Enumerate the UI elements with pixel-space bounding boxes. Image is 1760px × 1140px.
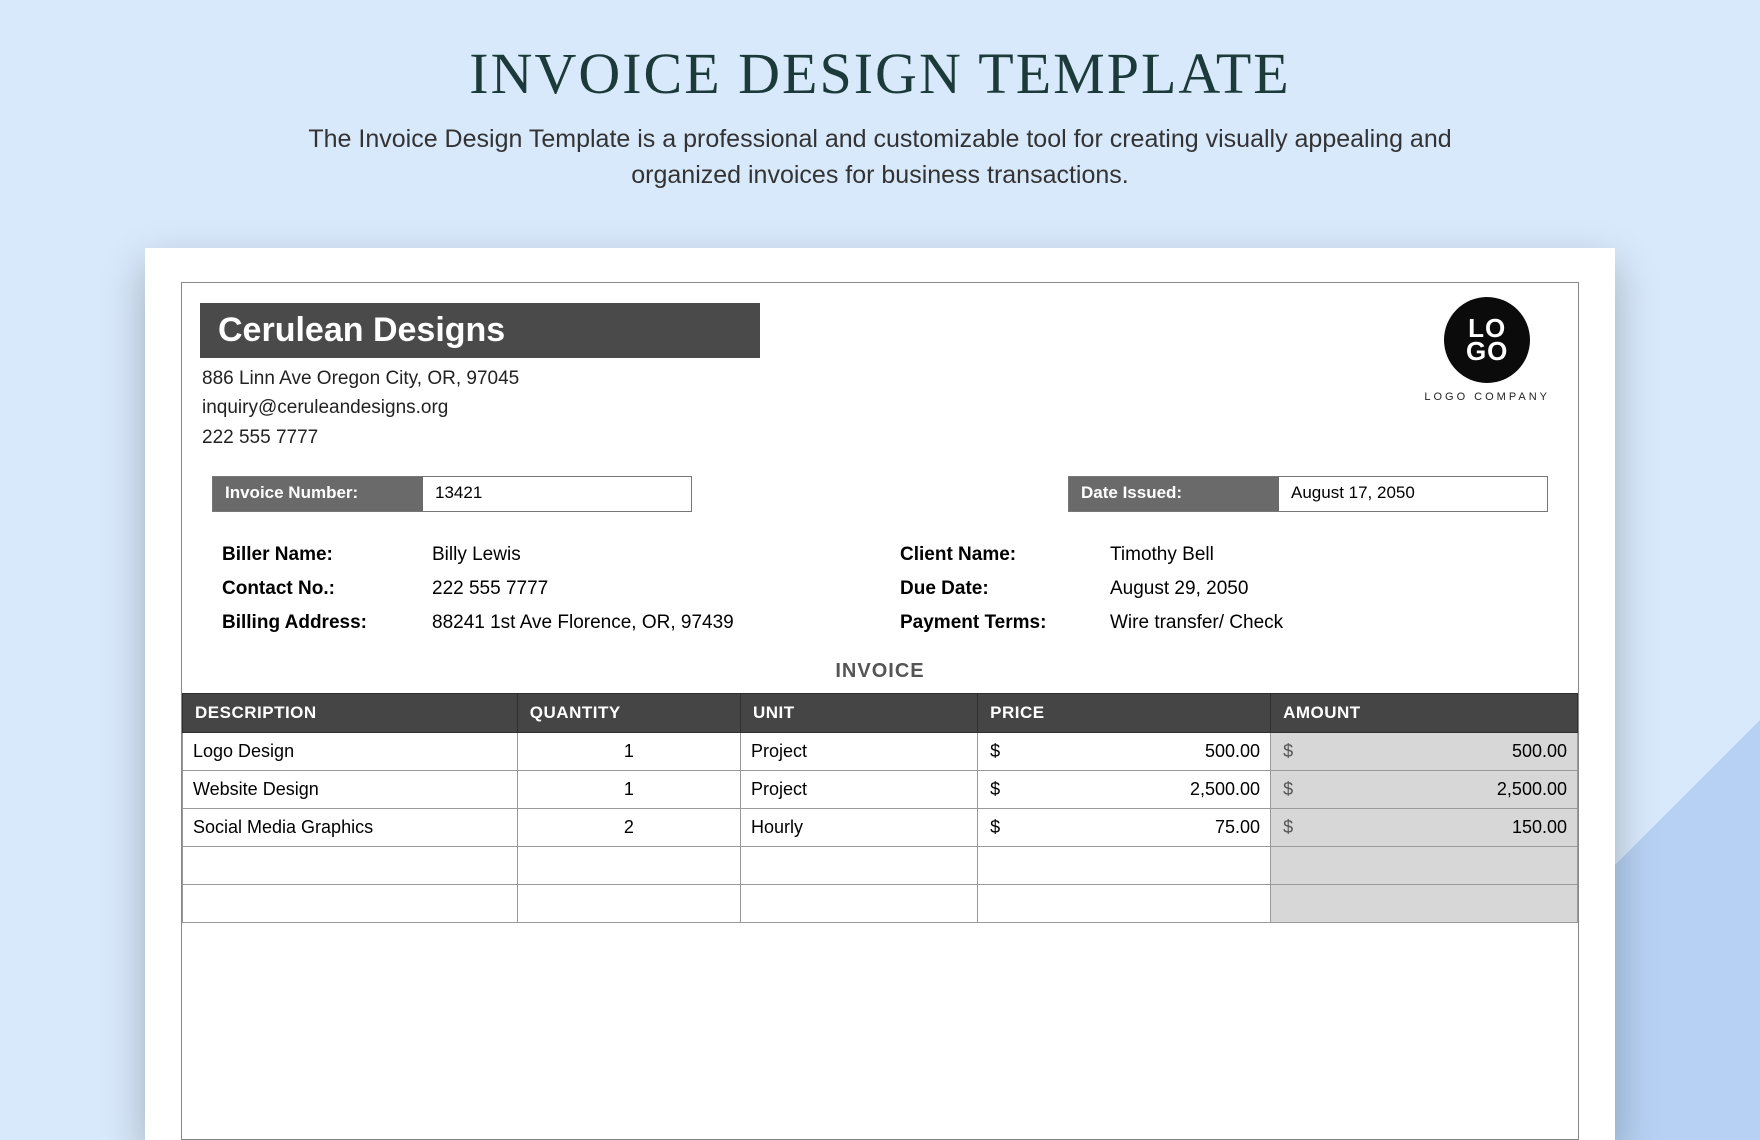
client-column: Client Name:Timothy Bell Due Date:August…	[900, 538, 1538, 640]
cell-description	[183, 885, 518, 923]
company-address: 886 Linn Ave Oregon City, OR, 97045	[202, 364, 1578, 393]
biller-contact-label: Contact No.:	[222, 578, 432, 600]
cell-price: $2,500.00	[978, 771, 1271, 809]
cell-price: $500.00	[978, 733, 1271, 771]
document-sheet: LO GO LOGO COMPANY Cerulean Designs 886 …	[145, 248, 1615, 1140]
cell-quantity	[517, 885, 740, 923]
cell-quantity	[517, 847, 740, 885]
client-name-value: Timothy Bell	[1110, 544, 1538, 566]
cell-price: $75.00	[978, 809, 1271, 847]
due-date-label: Due Date:	[900, 578, 1110, 600]
document-frame: LO GO LOGO COMPANY Cerulean Designs 886 …	[181, 282, 1579, 1140]
invoice-section-title: INVOICE	[182, 660, 1578, 683]
payment-terms-value: Wire transfer/ Check	[1110, 612, 1538, 634]
biller-column: Biller Name:Billy Lewis Contact No.:222 …	[222, 538, 860, 640]
cell-unit: Hourly	[740, 809, 977, 847]
table-row: Social Media Graphics2Hourly$75.00$150.0…	[183, 809, 1578, 847]
table-header-row: DESCRIPTION QUANTITY UNIT PRICE AMOUNT	[183, 694, 1578, 733]
col-description: DESCRIPTION	[183, 694, 518, 733]
due-date-value: August 29, 2050	[1110, 578, 1538, 600]
invoice-number-label: Invoice Number:	[213, 477, 423, 511]
info-columns: Biller Name:Billy Lewis Contact No.:222 …	[182, 512, 1578, 640]
cell-price	[978, 847, 1271, 885]
client-name-label: Client Name:	[900, 544, 1110, 566]
page-subtitle: The Invoice Design Template is a profess…	[280, 121, 1480, 194]
cell-price	[978, 885, 1271, 923]
date-issued-value: August 17, 2050	[1279, 477, 1534, 511]
biller-name-label: Biller Name:	[222, 544, 432, 566]
cell-description	[183, 847, 518, 885]
cell-unit	[740, 847, 977, 885]
biller-contact-value: 222 555 7777	[432, 578, 860, 600]
cell-unit: Project	[740, 733, 977, 771]
logo-block: LO GO LOGO COMPANY	[1424, 297, 1550, 403]
cell-quantity: 1	[517, 771, 740, 809]
table-row: Website Design1Project$2,500.00$2,500.00	[183, 771, 1578, 809]
cell-unit: Project	[740, 771, 977, 809]
cell-description: Website Design	[183, 771, 518, 809]
cell-description: Logo Design	[183, 733, 518, 771]
cell-quantity: 2	[517, 809, 740, 847]
date-issued-box: Date Issued: August 17, 2050	[1068, 476, 1548, 512]
page-title: INVOICE DESIGN TEMPLATE	[100, 40, 1660, 107]
biller-address-value: 88241 1st Ave Florence, OR, 97439	[432, 612, 860, 634]
meta-row: Invoice Number: 13421 Date Issued: Augus…	[182, 452, 1578, 512]
cell-description: Social Media Graphics	[183, 809, 518, 847]
company-phone: 222 555 7777	[202, 423, 1578, 452]
col-quantity: QUANTITY	[517, 694, 740, 733]
invoice-number-box: Invoice Number: 13421	[212, 476, 692, 512]
col-amount: AMOUNT	[1271, 694, 1578, 733]
logo-caption: LOGO COMPANY	[1424, 391, 1550, 403]
col-unit: UNIT	[740, 694, 977, 733]
cell-amount	[1271, 885, 1578, 923]
hero: INVOICE DESIGN TEMPLATE The Invoice Desi…	[0, 0, 1760, 226]
date-issued-label: Date Issued:	[1069, 477, 1279, 511]
cell-quantity: 1	[517, 733, 740, 771]
col-price: PRICE	[978, 694, 1271, 733]
biller-name-value: Billy Lewis	[432, 544, 860, 566]
cell-amount: $150.00	[1271, 809, 1578, 847]
invoice-table: DESCRIPTION QUANTITY UNIT PRICE AMOUNT L…	[182, 693, 1578, 923]
biller-address-label: Billing Address:	[222, 612, 432, 634]
cell-amount: $2,500.00	[1271, 771, 1578, 809]
logo-line2: GO	[1466, 340, 1508, 363]
payment-terms-label: Payment Terms:	[900, 612, 1110, 634]
invoice-number-value: 13421	[423, 477, 678, 511]
cell-unit	[740, 885, 977, 923]
table-row	[183, 847, 1578, 885]
cell-amount	[1271, 847, 1578, 885]
cell-amount: $500.00	[1271, 733, 1578, 771]
table-row	[183, 885, 1578, 923]
table-row: Logo Design1Project$500.00$500.00	[183, 733, 1578, 771]
company-email: inquiry@ceruleandesigns.org	[202, 393, 1578, 422]
company-name: Cerulean Designs	[200, 303, 760, 358]
logo-icon: LO GO	[1444, 297, 1530, 383]
company-block: Cerulean Designs 886 Linn Ave Oregon Cit…	[182, 303, 1578, 452]
